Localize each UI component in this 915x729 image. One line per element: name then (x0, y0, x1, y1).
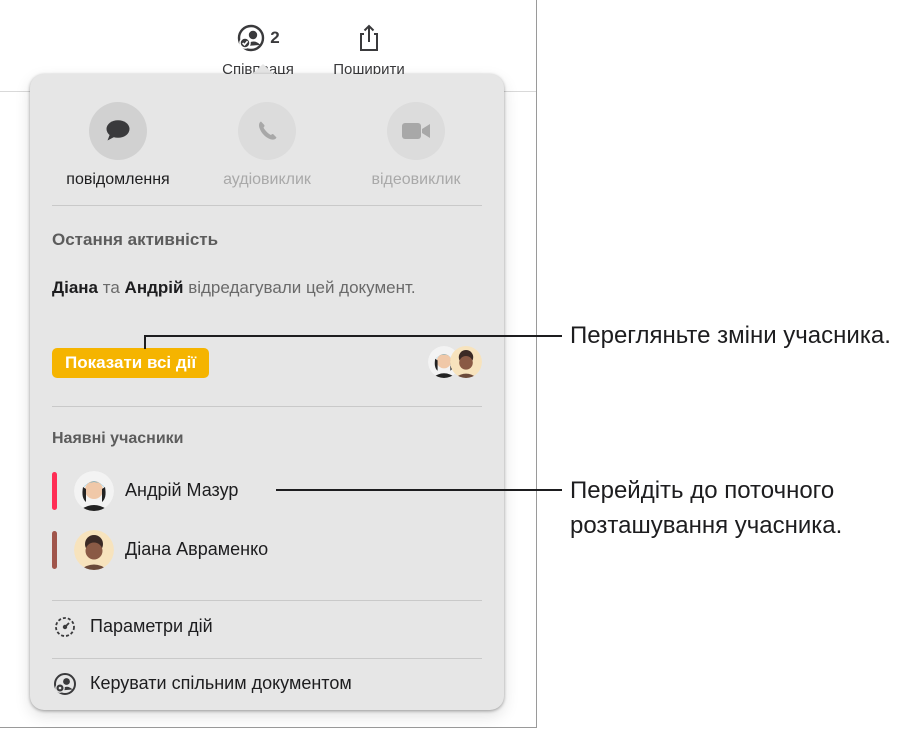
phone-icon (259, 121, 277, 140)
divider (52, 600, 482, 601)
participant-row[interactable]: Андрій Мазур (52, 470, 472, 512)
contact-actions: повідомлення аудіовиклик відеовиклик (30, 102, 504, 197)
participant-name: Діана Авраменко (125, 539, 269, 559)
memoji-avatar-icon (74, 530, 114, 570)
manage-shared-document-label: Керувати спільним документом (90, 673, 352, 693)
callout-leader-line (144, 335, 562, 337)
callout-go-to-location: Перейдіть до поточного розташування учас… (570, 477, 843, 539)
activity-settings-label: Параметри дій (90, 616, 213, 636)
message-button[interactable] (89, 102, 147, 160)
activity-description: відредагували цей документ. (188, 278, 416, 297)
video-call-action[interactable]: відеовиклик (346, 102, 486, 189)
callout-view-changes: Перегляньте зміни учасника. (570, 322, 891, 349)
participant-row[interactable]: Діана Авраменко (52, 529, 472, 571)
activity-settings-item[interactable]: Параметри дій (52, 612, 482, 642)
share-button[interactable]: Поширити (318, 20, 420, 78)
callout-leader-line (276, 489, 562, 491)
divider (52, 658, 482, 659)
editor-name: Андрій (124, 278, 184, 297)
participants-title: Наявні учасники (52, 430, 184, 447)
divider (52, 205, 482, 206)
memoji-avatar-icon (74, 471, 114, 511)
manage-shared-document-item[interactable]: Керувати спільним документом (52, 669, 482, 699)
recent-activity-text: Діана та Андрій відредагували цей докуме… (52, 273, 432, 302)
audio-call-button[interactable] (238, 102, 296, 160)
message-label: повідомлення (66, 171, 170, 188)
divider (52, 406, 482, 407)
avatar (74, 530, 114, 570)
editor-name: Діана (52, 278, 99, 297)
show-all-activity-button[interactable]: Показати всі дії (52, 348, 210, 378)
editor-avatar-stack[interactable] (428, 346, 484, 378)
message-bubble-icon (106, 120, 130, 141)
message-action[interactable]: повідомлення (48, 102, 188, 189)
participant-name: Андрій Мазур (125, 480, 239, 500)
participant-color-indicator (52, 531, 57, 569)
participant-color-indicator (52, 472, 57, 510)
video-camera-icon (402, 123, 430, 139)
audio-call-label: аудіовиклик (223, 171, 311, 188)
recent-activity-title: Остання активність (52, 230, 219, 249)
activity-settings-icon (55, 617, 75, 637)
share-icon (360, 24, 378, 51)
avatar (450, 346, 482, 378)
conjunction: та (102, 278, 120, 297)
collaborator-count: 2 (270, 28, 280, 47)
manage-collaboration-icon (54, 673, 76, 695)
audio-call-action[interactable]: аудіовиклик (197, 102, 337, 189)
callout-leader-line (144, 335, 146, 349)
video-call-button[interactable] (387, 102, 445, 160)
collaboration-popover: повідомлення аудіовиклик відеовиклик Ост… (30, 74, 504, 710)
avatar (74, 471, 114, 511)
video-call-label: відеовиклик (371, 171, 461, 188)
memoji-avatar-icon (450, 346, 482, 378)
collaborate-icon (238, 24, 265, 52)
